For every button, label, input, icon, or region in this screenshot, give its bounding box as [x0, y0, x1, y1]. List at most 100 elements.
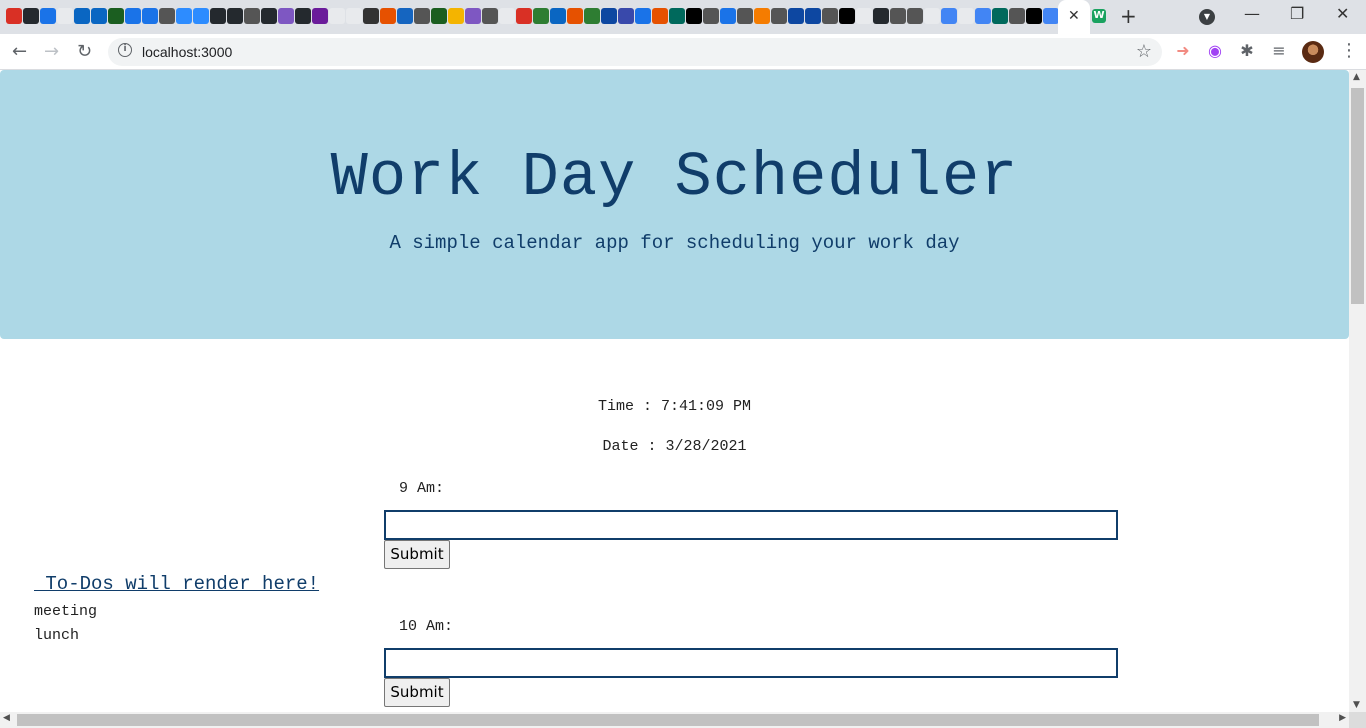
tab-favicon[interactable] [975, 8, 991, 24]
tab-favicon[interactable] [312, 8, 328, 24]
new-tab-button[interactable]: + [1120, 4, 1137, 28]
back-arrow-icon[interactable]: ← [12, 41, 27, 62]
tab-favicon[interactable] [601, 8, 617, 24]
tab-favicon[interactable] [227, 8, 243, 24]
tab-favicon[interactable] [363, 8, 379, 24]
tab-favicon[interactable] [907, 8, 923, 24]
scroll-down-icon[interactable]: ▼ [1353, 700, 1360, 710]
tab-favicon[interactable] [516, 8, 532, 24]
tab-favicon[interactable] [669, 8, 685, 24]
tab-favicon[interactable] [159, 8, 175, 24]
tab-search-icon[interactable]: ▼ [1199, 9, 1215, 25]
tab-favicon[interactable] [924, 8, 940, 24]
tab-favicon[interactable] [329, 8, 345, 24]
tab-favicon[interactable] [550, 8, 566, 24]
tab-favicon[interactable] [448, 8, 464, 24]
extension-arrow-icon[interactable]: ➜ [1174, 42, 1192, 60]
vertical-scrollbar[interactable]: ▲ ▼ [1349, 70, 1366, 712]
tab-favicon[interactable] [839, 8, 855, 24]
tab-favicon[interactable] [40, 8, 56, 24]
tab-favicon[interactable] [992, 8, 1008, 24]
url-text[interactable]: localhost:3000 [142, 44, 232, 60]
info-icon[interactable]: i [118, 43, 132, 57]
tab-favicon[interactable] [567, 8, 583, 24]
tab-favicon[interactable] [482, 8, 498, 24]
tab-favicon[interactable] [584, 8, 600, 24]
header-jumbotron: Work Day Scheduler A simple calendar app… [0, 70, 1349, 339]
tab-favicon[interactable] [244, 8, 260, 24]
window-close-icon[interactable]: ✕ [1336, 4, 1349, 23]
tab-favicon[interactable] [6, 8, 22, 24]
profile-avatar[interactable] [1302, 41, 1324, 63]
tab-favicon[interactable] [431, 8, 447, 24]
active-tab[interactable]: ✕ [1058, 0, 1090, 34]
tab-favicon[interactable] [720, 8, 736, 24]
tab-favicon[interactable] [1009, 8, 1025, 24]
tab-favicon[interactable] [635, 8, 651, 24]
tab-favicon[interactable] [1043, 8, 1059, 24]
tab-favicon[interactable] [771, 8, 787, 24]
tab-favicon[interactable] [278, 8, 294, 24]
tab-favicon[interactable] [822, 8, 838, 24]
tab-favicon[interactable] [125, 8, 141, 24]
slot-label-9am: 9 Am: [399, 480, 445, 497]
slot-label-10am: 10 Am: [399, 618, 454, 635]
tab-favicon[interactable] [397, 8, 413, 24]
tab-favicon[interactable] [873, 8, 889, 24]
tab-favicon[interactable] [142, 8, 158, 24]
scroll-left-icon[interactable]: ◀ [3, 713, 10, 723]
tab-favicon[interactable] [805, 8, 821, 24]
tab-favicon[interactable] [193, 8, 209, 24]
tab-favicon[interactable] [91, 8, 107, 24]
forward-arrow-icon[interactable]: → [44, 41, 59, 62]
tab-favicon[interactable] [856, 8, 872, 24]
slot-input-9am[interactable] [384, 510, 1118, 540]
tab-favicon[interactable] [414, 8, 430, 24]
scroll-right-icon[interactable]: ▶ [1339, 713, 1346, 723]
submit-button-10am[interactable]: Submit [384, 678, 450, 707]
address-bar[interactable]: i localhost:3000 ☆ [108, 38, 1162, 66]
tab-favicon[interactable] [23, 8, 39, 24]
extensions-puzzle-icon[interactable]: ✱ [1238, 42, 1256, 60]
tab-favicon[interactable] [176, 8, 192, 24]
horizontal-scrollbar[interactable]: ◀ ▶ [0, 712, 1349, 728]
tab-favicon[interactable] [958, 8, 974, 24]
tab-favicon[interactable] [380, 8, 396, 24]
tab-favicon[interactable] [703, 8, 719, 24]
reload-icon[interactable]: ↻ [77, 41, 92, 62]
tab-favicon[interactable] [618, 8, 634, 24]
tab-favicon[interactable] [74, 8, 90, 24]
tab-favicon[interactable] [210, 8, 226, 24]
media-queue-icon[interactable]: ≡ [1270, 42, 1288, 60]
tab-favicon[interactable] [754, 8, 770, 24]
tab-favicon[interactable] [737, 8, 753, 24]
restore-icon[interactable]: ❐ [1290, 4, 1304, 23]
slot-input-10am[interactable] [384, 648, 1118, 678]
menu-kebab-icon[interactable]: ⋮ [1340, 40, 1358, 61]
horizontal-scroll-thumb[interactable] [17, 714, 1319, 726]
tab-favicon[interactable] [1026, 8, 1042, 24]
tab-favicon[interactable] [890, 8, 906, 24]
tab-favicon[interactable] [57, 8, 73, 24]
bookmark-star-icon[interactable]: ☆ [1136, 41, 1152, 62]
tab-favicon[interactable] [686, 8, 702, 24]
tab-favicon[interactable] [499, 8, 515, 24]
scroll-up-icon[interactable]: ▲ [1353, 72, 1360, 82]
close-tab-icon[interactable]: ✕ [1068, 8, 1080, 24]
tab-favicon[interactable] [941, 8, 957, 24]
tab-favicon[interactable] [465, 8, 481, 24]
submit-button-9am[interactable]: Submit [384, 540, 450, 569]
tab-favicon[interactable] [261, 8, 277, 24]
tab-favicon[interactable] [295, 8, 311, 24]
tab-favicon[interactable] [788, 8, 804, 24]
vertical-scroll-thumb[interactable] [1351, 88, 1364, 304]
tab-favicon[interactable] [652, 8, 668, 24]
tab-favicon[interactable]: W [1092, 9, 1106, 23]
todo-item: meeting [34, 603, 98, 620]
minimize-icon[interactable]: — [1244, 4, 1260, 23]
tab-favicon[interactable] [533, 8, 549, 24]
extension-globe-icon[interactable]: ◉ [1206, 42, 1224, 60]
browser-toolbar: ← → ↻ i localhost:3000 ☆ ➜ ◉ ✱ ≡ ⋮ [0, 34, 1366, 70]
tab-favicon[interactable] [108, 8, 124, 24]
tab-favicon[interactable] [346, 8, 362, 24]
